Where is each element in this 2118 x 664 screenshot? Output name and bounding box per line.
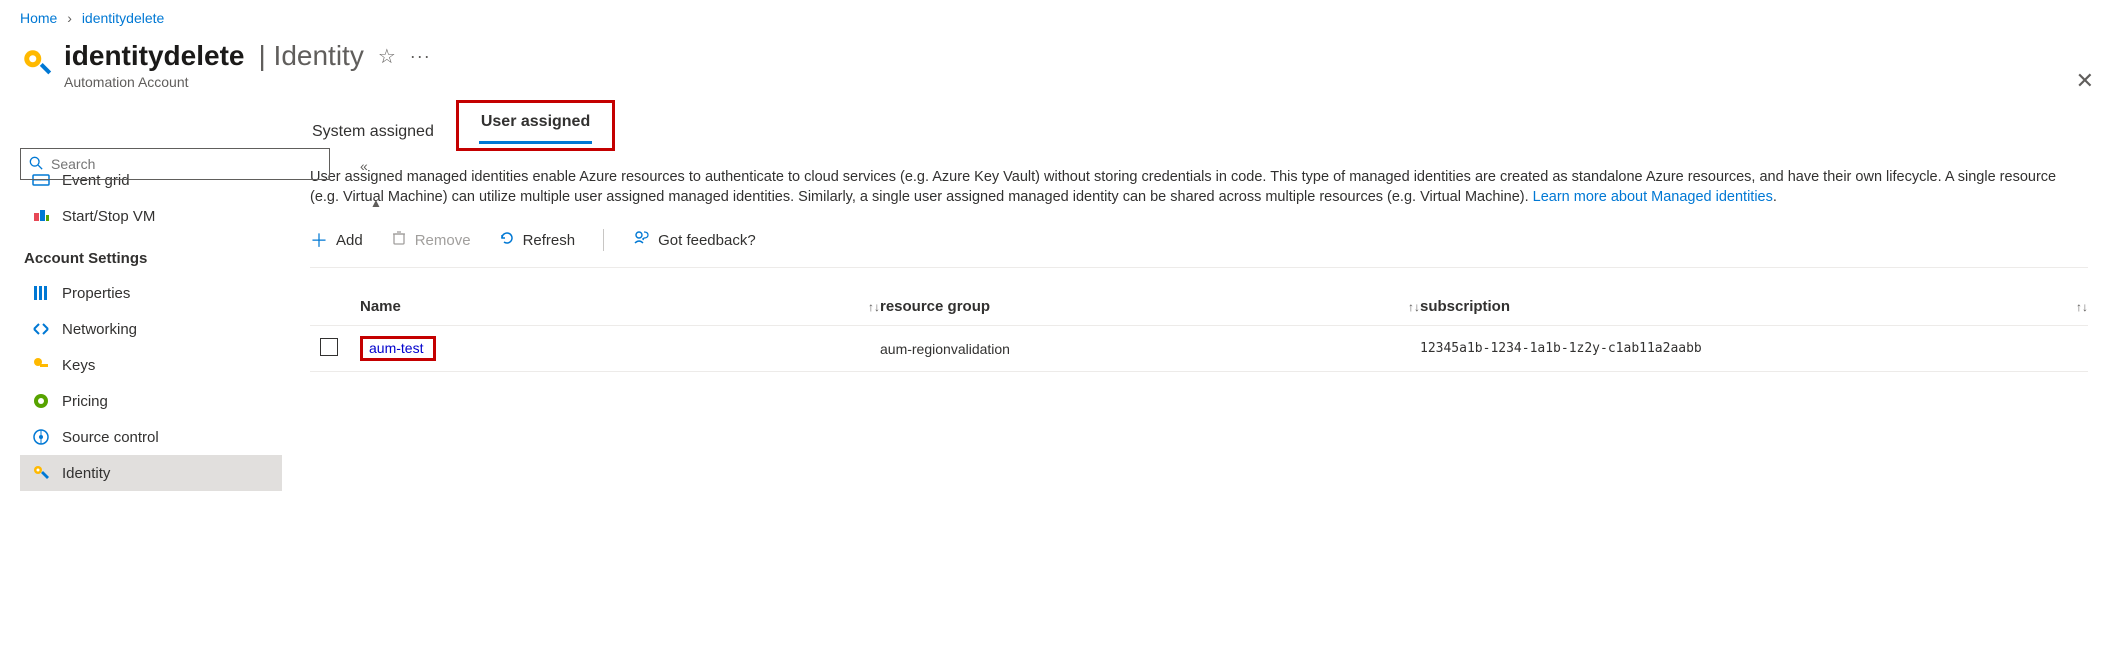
column-header-resource-group[interactable]: resource group ↑↓: [880, 298, 1420, 315]
refresh-button[interactable]: Refresh: [499, 230, 576, 250]
table-header: Name ↑↓ resource group ↑↓ subscription ↑…: [310, 268, 2088, 326]
collapse-sidebar-icon[interactable]: «: [360, 158, 368, 174]
sidebar-item-label: Start/Stop VM: [62, 208, 155, 225]
table-row[interactable]: aum-test aum-regionvalidation 12345a1b-1…: [310, 326, 2088, 372]
scroll-up-indicator: ▲: [370, 196, 382, 210]
sidebar-item-label: Identity: [62, 465, 110, 482]
sidebar-item-label: Source control: [62, 429, 159, 446]
identity-icon: [32, 464, 50, 482]
feedback-icon: [632, 229, 650, 251]
trash-icon: [391, 230, 407, 250]
properties-icon: [32, 284, 50, 302]
sidebar-item-keys[interactable]: Keys: [20, 347, 282, 383]
sidebar-item-source-control[interactable]: Source control: [20, 419, 282, 455]
sidebar-item-identity[interactable]: Identity: [20, 455, 282, 491]
column-header-subscription[interactable]: subscription ↑↓: [1420, 298, 2088, 315]
search-input[interactable]: [49, 155, 321, 173]
start-stop-vm-icon: [32, 207, 50, 225]
breadcrumb: Home › identitydelete: [0, 0, 2118, 30]
cell-subscription: 12345a1b-1234-1a1b-1z2y-c1ab11a2aabb: [1420, 341, 2088, 356]
sidebar-item-label: Keys: [62, 357, 95, 374]
sidebar-item-properties[interactable]: Properties: [20, 275, 282, 311]
row-checkbox[interactable]: [320, 338, 338, 356]
sort-icon[interactable]: ↑↓: [2076, 300, 2088, 314]
plus-icon: ＋: [310, 227, 328, 253]
tab-user-assigned[interactable]: User assigned: [479, 105, 592, 144]
keys-icon: [32, 356, 50, 374]
highlight-user-assigned: User assigned: [456, 100, 615, 151]
sidebar-item-label: Networking: [62, 321, 137, 338]
toolbar: ＋ Add Remove Refresh Got feedback?: [310, 207, 2088, 268]
page-section: | Identity: [258, 40, 363, 72]
sidebar-item-networking[interactable]: Networking: [20, 311, 282, 347]
sort-icon[interactable]: ↑↓: [1408, 300, 1420, 314]
sidebar-item-start-stop-vm[interactable]: Start/Stop VM: [20, 198, 282, 234]
toolbar-separator: [603, 229, 604, 251]
tab-system-assigned[interactable]: System assigned: [310, 115, 436, 151]
automation-account-icon: [20, 46, 54, 80]
networking-icon: [32, 320, 50, 338]
identity-name-link[interactable]: aum-test: [369, 340, 423, 356]
more-menu-icon[interactable]: ···: [410, 46, 431, 67]
pricing-icon: [32, 392, 50, 410]
remove-button: Remove: [391, 230, 471, 250]
learn-more-link[interactable]: Learn more about Managed identities: [1533, 189, 1773, 205]
feedback-button[interactable]: Got feedback?: [632, 229, 756, 251]
close-icon[interactable]: ✕: [2076, 68, 2094, 94]
favorite-star-icon[interactable]: ☆: [378, 44, 396, 69]
refresh-icon: [499, 230, 515, 250]
sidebar-item-label: Pricing: [62, 393, 108, 410]
column-header-name[interactable]: Name ↑↓: [360, 298, 880, 315]
page-subtitle: Automation Account: [64, 74, 431, 90]
cell-resource-group: aum-regionvalidation: [880, 341, 1420, 357]
breadcrumb-separator: ›: [67, 10, 72, 26]
tabs: System assigned User assigned: [310, 100, 2088, 151]
source-control-icon: [32, 428, 50, 446]
sort-icon[interactable]: ↑↓: [868, 300, 880, 314]
description-text: User assigned managed identities enable …: [310, 167, 2088, 207]
sidebar-search[interactable]: [20, 148, 330, 180]
breadcrumb-current[interactable]: identitydelete: [82, 10, 165, 26]
sidebar-item-label: Properties: [62, 285, 130, 302]
breadcrumb-home[interactable]: Home: [20, 10, 57, 26]
highlight-identity-name: aum-test: [360, 336, 436, 361]
sidebar-item-pricing[interactable]: Pricing: [20, 383, 282, 419]
search-icon: [29, 156, 43, 173]
add-button[interactable]: ＋ Add: [310, 227, 363, 253]
sidebar-heading-account-settings: Account Settings: [20, 234, 282, 275]
page-title: identitydelete: [64, 40, 244, 72]
